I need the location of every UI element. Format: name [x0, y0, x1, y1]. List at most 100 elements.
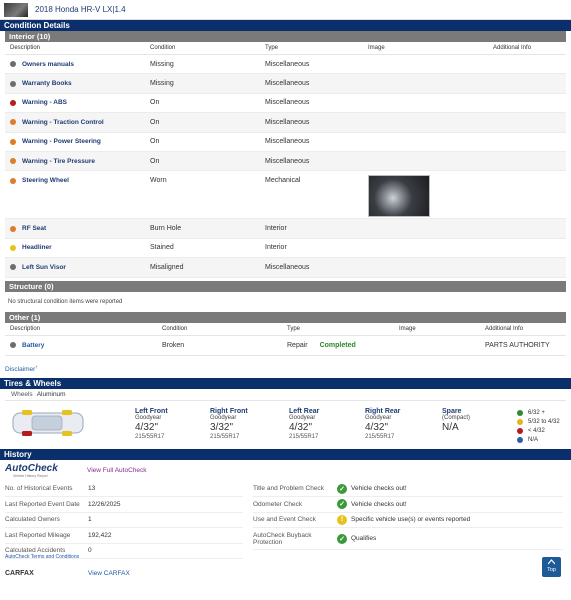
interior-item-link[interactable]: Warranty Books: [22, 80, 72, 87]
legend-label: N/A: [528, 436, 539, 443]
severity-dot: [10, 138, 16, 145]
severity-dot: [10, 264, 16, 271]
interior-row: Warning - Power Steering On Miscellaneous: [5, 133, 566, 152]
interior-row: Warning - Traction Control On Miscellaneou…: [5, 113, 566, 133]
severity-dot: [10, 177, 16, 184]
structure-header[interactable]: Structure (0): [5, 280, 566, 292]
interior-item-link[interactable]: Left Sun Visor: [22, 264, 66, 271]
interior-column-headers: Description Condition Type Image Additio…: [5, 42, 566, 55]
interior-row: Headliner Stained Interior: [5, 239, 566, 259]
col-condition: Condition: [150, 45, 176, 51]
interior-item-condition: Worn: [150, 177, 167, 185]
tire-size: 215/55R17: [210, 433, 240, 440]
disclaimer[interactable]: Disclaimer†: [0, 356, 571, 378]
vehicle-header: 2018 Honda HR-V LX | 1.4: [0, 0, 571, 20]
legend-dot: [517, 428, 523, 435]
interior-row: Warning - ABS On Miscellaneous: [5, 94, 566, 114]
condition-details-header: Condition Details: [0, 20, 571, 31]
other-col-additional-info: Additional Info: [485, 325, 524, 332]
check-result: Qualifies: [351, 535, 377, 543]
tire-brand: Goodyear: [210, 414, 237, 421]
check-circle-icon: ✓: [337, 533, 347, 544]
tire-position: Left Front Goodyear 4/32" 215/55R17: [135, 408, 207, 440]
disclaimer-link[interactable]: Disclaimer: [5, 366, 35, 373]
autocheck-row: Odometer Check ✓ Vehicle checks out!: [253, 497, 563, 513]
tires-panel: Left Front Goodyear 4/32" 215/55R17 Right Fr…: [5, 401, 566, 449]
other-header[interactable]: Other (1): [5, 311, 566, 323]
interior-item-type: Miscellaneous: [265, 157, 310, 165]
col-description: Description: [10, 45, 41, 51]
vehicle-thumbnail[interactable]: [4, 2, 28, 17]
autocheck-row: Use and Event Check! Specific vehicle use…: [253, 513, 563, 529]
history-value: 192,422: [88, 531, 112, 539]
legend-item: < 4/32: [517, 427, 560, 436]
other-item-link[interactable]: Battery: [22, 342, 44, 349]
col-type: Type: [265, 45, 279, 51]
tire-brand: Goodyear: [135, 414, 162, 421]
vehicle-engine: 1.4: [114, 5, 126, 14]
severity-dot: [10, 80, 16, 87]
interior-item-link[interactable]: RF Seat: [22, 225, 46, 232]
back-to-top-button[interactable]: Top: [542, 557, 561, 577]
history-row: Last Reported Event Date 12/26/2025: [5, 497, 243, 513]
view-autocheck-link[interactable]: View Full AutoCheck: [87, 467, 147, 474]
other-col-image: Image: [399, 325, 416, 332]
severity-dot: [10, 99, 16, 106]
legend-label: < 4/32: [528, 427, 545, 434]
interior-item-type: Miscellaneous: [265, 138, 310, 146]
interior-item-type: Miscellaneous: [265, 60, 310, 68]
tread-legend: 6/32 + 5/32 to 4/32 < 4/32 N/A: [517, 409, 560, 445]
col-additional-info: Additional Info: [493, 45, 532, 51]
check-result: Vehicle checks out!: [351, 485, 407, 493]
legend-item: 5/32 to 4/32: [517, 418, 560, 427]
interior-item-link[interactable]: Warning - Power Steering: [22, 138, 101, 145]
legend-dot: [517, 410, 523, 417]
wheels-row: Wheels Aluminum: [5, 389, 566, 401]
history-key: Last Reported Mileage: [5, 531, 71, 539]
interior-item-condition: Missing: [150, 60, 174, 68]
severity-dot: [10, 342, 16, 349]
severity-dot: [10, 244, 16, 251]
history-key: Calculated Owners: [5, 516, 60, 524]
interior-item-condition: On: [150, 157, 160, 165]
history-key: No. of Historical Events: [5, 485, 73, 493]
other-column-headers: Description Condition Type Image Additio…: [5, 323, 566, 336]
col-image: Image: [368, 45, 385, 51]
disclaimer-marker: †: [35, 363, 38, 369]
damage-photo[interactable]: [368, 175, 430, 218]
history-row: Calculated Owners 1: [5, 513, 243, 529]
interior-item-condition: On: [150, 138, 160, 146]
history-row: No. of Historical Events 13: [5, 482, 243, 498]
check-result: Specific vehicle use(s) or events report…: [351, 516, 471, 524]
check-circle-icon: ✓: [337, 499, 347, 510]
tire-size: 215/55R17: [365, 433, 395, 440]
interior-item-link[interactable]: Warning - Tire Pressure: [22, 158, 95, 165]
structure-note: No structural condition items were repor…: [8, 298, 123, 305]
interior-item-link[interactable]: Warning - Traction Control: [22, 119, 104, 126]
severity-dot: [10, 61, 16, 68]
interior-header[interactable]: Interior (10): [5, 31, 566, 42]
view-carfax-link[interactable]: View CARFAX: [88, 570, 130, 577]
interior-item-condition: On: [150, 99, 160, 107]
tire-brand: Goodyear: [365, 414, 392, 421]
history-value: 0: [88, 547, 92, 555]
check-result: Vehicle checks out!: [351, 500, 407, 508]
autocheck-terms-link[interactable]: AutoCheck Terms and Conditions: [5, 554, 243, 560]
tire-position: Right Front Goodyear 3/32" 215/55R17: [210, 408, 282, 440]
interior-row: Warranty Books Missing Miscellaneous: [5, 74, 566, 94]
tire-size: 215/55R17: [135, 433, 165, 440]
history-value: 1: [88, 516, 92, 524]
autocheck-row: AutoCheck Buyback Protection ✓ Qualifies: [253, 528, 563, 551]
tire-position: Right Rear Goodyear 4/32" 215/55R17: [365, 408, 437, 440]
caret-up-icon: [547, 559, 556, 565]
other-item-condition: Broken: [162, 341, 185, 349]
interior-item-link[interactable]: Steering Wheel: [22, 177, 69, 184]
interior-item-type: Miscellaneous: [265, 263, 310, 271]
tire-brand: Goodyear: [289, 414, 316, 421]
interior-item-link[interactable]: Warning - ABS: [22, 99, 67, 106]
tire-position: Spare (Compact) N/A: [442, 408, 514, 434]
tread-depth: 4/32": [135, 421, 159, 433]
interior-item-link[interactable]: Owners manuals: [22, 61, 74, 68]
tire-position-label: Right Rear: [365, 407, 401, 415]
interior-item-link[interactable]: Headliner: [22, 244, 52, 251]
